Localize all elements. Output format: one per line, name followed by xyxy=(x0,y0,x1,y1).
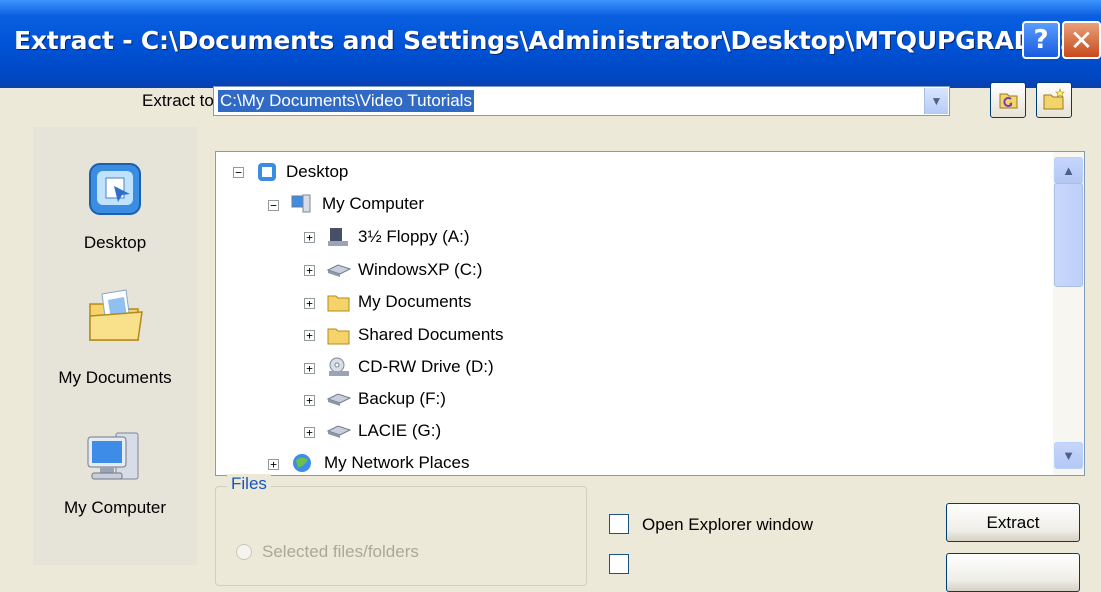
tree-node-label: Backup (F:) xyxy=(358,389,446,408)
extract-to-combobox[interactable]: C:\My Documents\Video Tutorials ▼ xyxy=(213,86,950,116)
selected-files-label: Selected files/folders xyxy=(262,542,419,561)
tree-node-label: My Computer xyxy=(322,194,425,213)
open-explorer-label[interactable]: Open Explorer window xyxy=(642,515,813,535)
tree-node-label: LACIE (G:) xyxy=(358,421,442,440)
scroll-up-button[interactable]: ▲ xyxy=(1054,157,1083,184)
hard-drive-icon xyxy=(326,264,352,277)
place-my-documents[interactable] xyxy=(33,284,197,355)
my-computer-icon xyxy=(87,432,139,480)
tree-node-my-documents[interactable]: My Documents xyxy=(326,288,471,316)
tree-node-windowsxp-c[interactable]: WindowsXP (C:) xyxy=(326,256,482,284)
folder-icon xyxy=(327,295,350,312)
my-documents-icon xyxy=(89,289,143,341)
place-my-computer-label: My Computer xyxy=(63,498,167,517)
tree-expand-toggle[interactable]: + xyxy=(268,459,279,470)
tree-node-lacie-g[interactable]: LACIE (G:) xyxy=(326,417,441,445)
tree-expand-toggle[interactable]: + xyxy=(304,232,315,243)
tree-expand-toggle[interactable]: + xyxy=(304,265,315,276)
dropdown-arrow-icon[interactable]: ▼ xyxy=(924,88,948,114)
tree-node-label: My Documents xyxy=(358,292,472,311)
hard-drive-icon xyxy=(326,425,352,438)
tree-node-label: Shared Documents xyxy=(358,325,504,344)
tree-expand-toggle[interactable]: + xyxy=(304,298,315,309)
tree-node-shared-documents[interactable]: Shared Documents xyxy=(326,321,504,349)
extract-button[interactable]: Extract xyxy=(946,503,1080,542)
tree-collapse-toggle[interactable]: − xyxy=(268,200,279,211)
tree-node-cd-rw-drive[interactable]: CD-RW Drive (D:) xyxy=(326,353,494,381)
place-my-computer[interactable] xyxy=(33,427,197,496)
desktop-icon xyxy=(258,163,276,181)
files-groupbox xyxy=(215,486,587,586)
place-desktop-label: Desktop xyxy=(83,233,147,252)
open-explorer-checkbox[interactable] xyxy=(609,514,629,534)
floppy-icon xyxy=(328,228,348,246)
selected-files-radio xyxy=(236,544,252,560)
tree-expand-toggle[interactable]: + xyxy=(304,395,315,406)
network-icon xyxy=(293,454,311,472)
places-bar: Desktop My Documents My Computer xyxy=(33,127,197,565)
tree-collapse-toggle[interactable]: − xyxy=(233,167,244,178)
computer-icon xyxy=(291,194,311,213)
extract-to-value[interactable]: C:\My Documents\Video Tutorials xyxy=(218,90,474,112)
tree-node-my-computer[interactable]: My Computer xyxy=(290,190,424,218)
tree-node-label: Desktop xyxy=(286,162,349,181)
browse-back-button[interactable] xyxy=(990,82,1026,118)
folder-tree[interactable]: − Desktop − My Computer + 3½ Floppy (A:)… xyxy=(215,151,1085,476)
place-desktop[interactable] xyxy=(33,158,197,225)
new-folder-button[interactable] xyxy=(1036,82,1072,118)
tree-node-backup-f[interactable]: Backup (F:) xyxy=(326,385,446,413)
tree-node-label: 3½ Floppy (A:) xyxy=(358,227,470,246)
option-checkbox-2[interactable] xyxy=(609,554,629,574)
tree-node-label: CD-RW Drive (D:) xyxy=(358,357,494,376)
folder-icon xyxy=(327,328,350,345)
tree-node-label: WindowsXP (C:) xyxy=(358,260,483,279)
new-folder-icon xyxy=(1043,88,1065,110)
desktop-icon xyxy=(89,163,141,215)
title-bar[interactable]: Extract - C:\Documents and Settings\Admi… xyxy=(0,0,1101,88)
tree-node-desktop[interactable]: Desktop xyxy=(256,158,348,186)
tree-expand-toggle[interactable]: + xyxy=(304,363,315,374)
extract-to-label: Extract to: xyxy=(142,91,219,110)
tree-node-my-network-places[interactable]: My Network Places xyxy=(290,449,470,475)
scroll-thumb[interactable] xyxy=(1054,183,1083,287)
scroll-down-button[interactable]: ▼ xyxy=(1054,442,1083,469)
tree-expand-toggle[interactable]: + xyxy=(304,427,315,438)
files-group-title: Files xyxy=(227,474,271,494)
place-my-documents-label: My Documents xyxy=(58,368,172,387)
cd-drive-icon xyxy=(329,357,349,376)
cancel-button[interactable] xyxy=(946,553,1080,592)
tree-node-label: My Network Places xyxy=(324,453,470,472)
tree-expand-toggle[interactable]: + xyxy=(304,330,315,341)
help-button[interactable]: ? xyxy=(1022,21,1060,59)
tree-scrollbar[interactable]: ▲ ▼ xyxy=(1053,152,1084,475)
tree-node-floppy[interactable]: 3½ Floppy (A:) xyxy=(326,223,470,251)
close-button[interactable]: ✕ xyxy=(1062,21,1101,59)
hard-drive-icon xyxy=(326,393,352,406)
folder-back-icon xyxy=(999,93,1018,109)
window-title: Extract - C:\Documents and Settings\Admi… xyxy=(14,26,1101,55)
